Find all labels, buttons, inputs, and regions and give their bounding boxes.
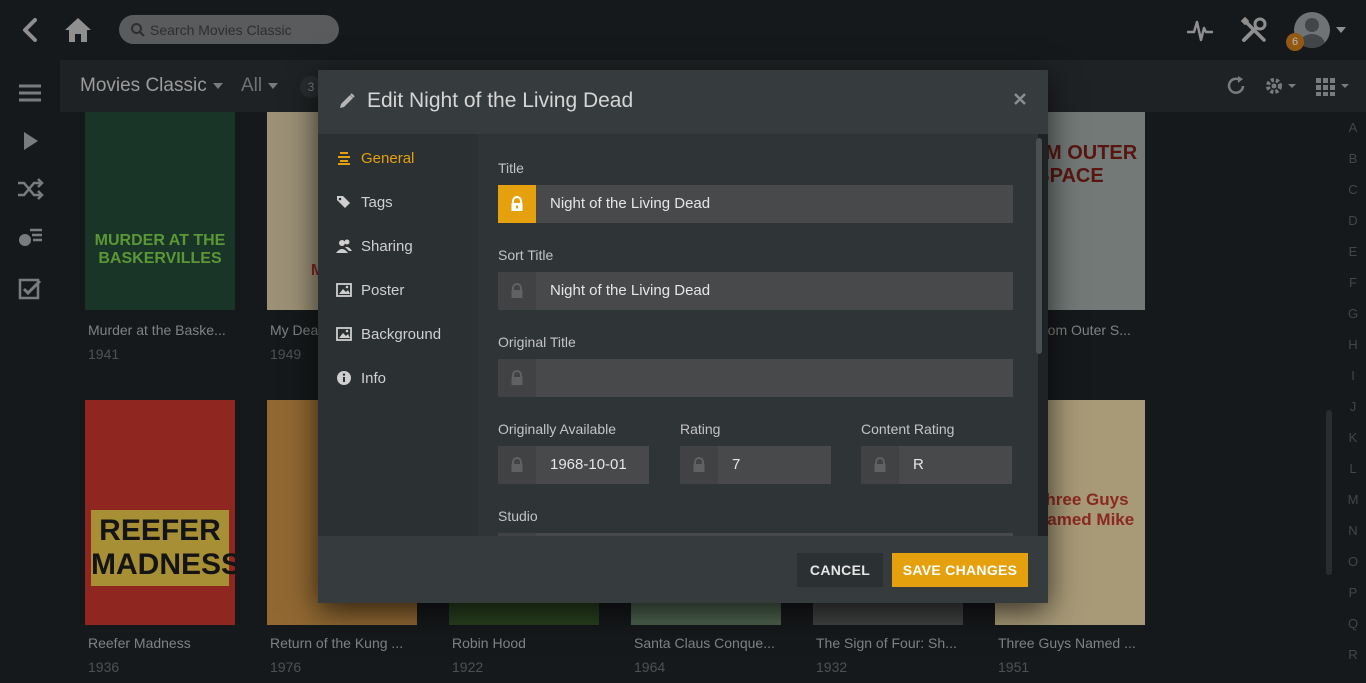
nav-label: Tags	[361, 193, 393, 211]
nav-label: Sharing	[361, 237, 413, 255]
cancel-button[interactable]: CANCEL	[797, 553, 883, 587]
lock-icon	[511, 457, 523, 472]
sort-title-field[interactable]: Night of the Living Dead	[498, 272, 1013, 310]
lock-icon	[693, 457, 705, 472]
studio-label: Studio	[498, 508, 538, 524]
title-value: Night of the Living Dead	[550, 195, 711, 212]
nav-tags[interactable]: Tags	[336, 190, 393, 214]
form-panel: Title Night of the Living Dead Sort Titl…	[478, 134, 1038, 536]
nav-general[interactable]: General	[336, 146, 414, 170]
dialog-header: Edit Night of the Living Dead	[318, 70, 1048, 134]
lock-toggle[interactable]	[498, 359, 536, 397]
dialog-nav: General Tags Sharing Poster Background I…	[318, 134, 478, 536]
lock-toggle[interactable]	[498, 272, 536, 310]
lock-toggle[interactable]	[498, 185, 536, 223]
edit-metadata-dialog: Edit Night of the Living Dead General Ta…	[318, 70, 1048, 603]
close-icon[interactable]	[1012, 91, 1028, 107]
nav-label: Background	[361, 325, 442, 343]
users-icon	[336, 239, 352, 253]
originally-available-field[interactable]: 1968-10-01	[498, 446, 649, 484]
original-title-field[interactable]	[498, 359, 1013, 397]
nav-sharing[interactable]: Sharing	[336, 234, 413, 258]
nav-label: Info	[361, 369, 387, 387]
sort-title-value: Night of the Living Dead	[550, 282, 711, 299]
nav-poster[interactable]: Poster	[336, 278, 404, 302]
image-icon	[336, 327, 352, 341]
lock-icon	[511, 370, 523, 385]
nav-info[interactable]: Info	[336, 366, 386, 390]
save-changes-button[interactable]: SAVE CHANGES	[892, 553, 1028, 587]
lock-icon	[511, 283, 523, 298]
dialog-title: Edit Night of the Living Dead	[367, 89, 634, 112]
original-title-label: Original Title	[498, 334, 576, 350]
sort-title-label: Sort Title	[498, 247, 554, 263]
info-icon	[337, 371, 351, 385]
rating-field[interactable]: 7	[680, 446, 831, 484]
content-rating-label: Content Rating	[861, 421, 955, 437]
list-icon	[338, 152, 350, 165]
pencil-icon	[340, 93, 355, 108]
originally-available-label: Originally Available	[498, 421, 617, 437]
image-icon	[336, 283, 352, 297]
lock-icon	[511, 196, 523, 211]
rating-label: Rating	[680, 421, 721, 437]
lock-toggle[interactable]	[498, 446, 536, 484]
nav-label: Poster	[361, 281, 405, 299]
lock-toggle[interactable]	[680, 446, 718, 484]
content-rating-field[interactable]: R	[861, 446, 1012, 484]
dialog-footer: CANCEL SAVE CHANGES	[318, 536, 1048, 603]
nav-label: General	[361, 149, 415, 167]
content-rating-value: R	[913, 456, 924, 473]
title-label: Title	[498, 160, 524, 176]
title-field[interactable]: Night of the Living Dead	[498, 185, 1013, 223]
dialog-scrollbar[interactable]	[1036, 138, 1042, 354]
nav-background[interactable]: Background	[336, 322, 441, 346]
dialog-form-area: Title Night of the Living Dead Sort Titl…	[478, 134, 1048, 536]
lock-toggle[interactable]	[861, 446, 899, 484]
rating-value: 7	[732, 456, 741, 473]
lock-icon	[874, 457, 886, 472]
originally-available-value: 1968-10-01	[550, 456, 627, 473]
tags-icon	[337, 196, 350, 208]
